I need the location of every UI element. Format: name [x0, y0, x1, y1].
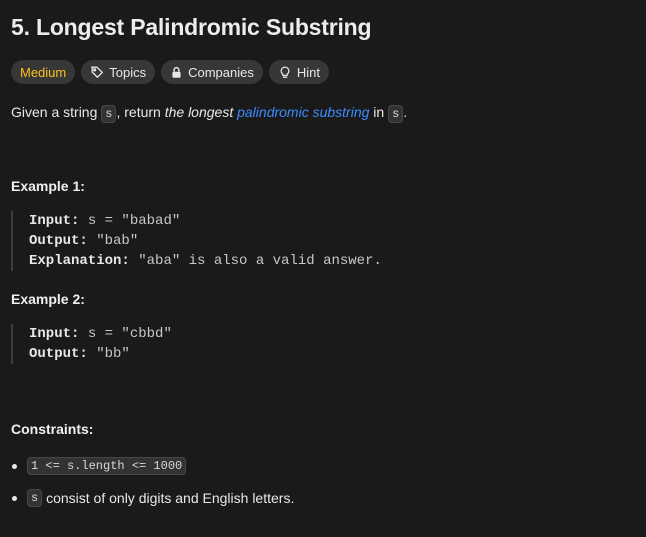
companies-label: Companies — [188, 64, 254, 80]
problem-statement: Given a string s, return the longest pal… — [11, 103, 407, 123]
bullet — [12, 463, 17, 469]
example-input-line: Input: s = "cbbd" — [29, 324, 172, 344]
output-value: "bb" — [96, 346, 130, 362]
difficulty-badge[interactable]: Medium — [11, 60, 76, 84]
lock-icon — [172, 66, 181, 78]
emphasis-text: the longest — [164, 104, 234, 120]
output-label: Output: — [29, 233, 88, 249]
bullet — [12, 495, 17, 501]
topics-button[interactable]: Topics — [81, 60, 156, 84]
hint-button[interactable]: Hint — [268, 60, 329, 84]
tag-row: Medium Topics Companies Hint — [11, 60, 329, 84]
example-1-block: Input: s = "babad" Output: "bab" Explana… — [11, 211, 382, 271]
output-value: "bab" — [96, 233, 139, 249]
input-value: s = "babad" — [87, 213, 181, 229]
output-label: Output: — [29, 346, 88, 362]
companies-button[interactable]: Companies — [161, 60, 263, 84]
tag-icon — [91, 66, 104, 78]
example-explanation-line: Explanation: "aba" is also a valid answe… — [29, 251, 382, 271]
constraint-item: s consist of only digits and English let… — [11, 489, 294, 507]
input-value: s = "cbbd" — [87, 326, 172, 342]
constraint-code: 1 <= s.length <= 1000 — [27, 457, 187, 475]
statement-text: in — [369, 104, 389, 120]
topics-label: Topics — [109, 64, 147, 80]
example-output-line: Output: "bab" — [29, 231, 382, 251]
constraint-code: s — [27, 489, 43, 507]
constraint-item: 1 <= s.length <= 1000 — [11, 457, 187, 475]
input-label: Input: — [29, 326, 80, 342]
explanation-value: "aba" is also a valid answer. — [138, 253, 382, 269]
inline-code: s — [388, 105, 404, 123]
example-input-line: Input: s = "babad" — [29, 211, 382, 231]
hint-label: Hint — [296, 64, 320, 80]
lightbulb-icon — [280, 66, 290, 78]
palindromic-substring-link[interactable]: palindromic substring — [237, 104, 369, 120]
example-1-heading: Example 1: — [11, 178, 85, 194]
statement-text: . — [403, 104, 408, 120]
example-output-line: Output: "bb" — [29, 344, 172, 364]
inline-code: s — [101, 105, 117, 123]
explanation-label: Explanation: — [29, 253, 130, 269]
problem-title: 5. Longest Palindromic Substring — [11, 14, 372, 40]
constraint-text: consist of only digits and English lette… — [46, 490, 295, 506]
example-2-block: Input: s = "cbbd" Output: "bb" — [11, 324, 172, 364]
example-2-heading: Example 2: — [11, 291, 85, 307]
statement-text: , return — [116, 104, 165, 120]
constraints-heading: Constraints: — [11, 421, 94, 437]
statement-text: Given a string — [11, 104, 102, 120]
input-label: Input: — [29, 213, 80, 229]
